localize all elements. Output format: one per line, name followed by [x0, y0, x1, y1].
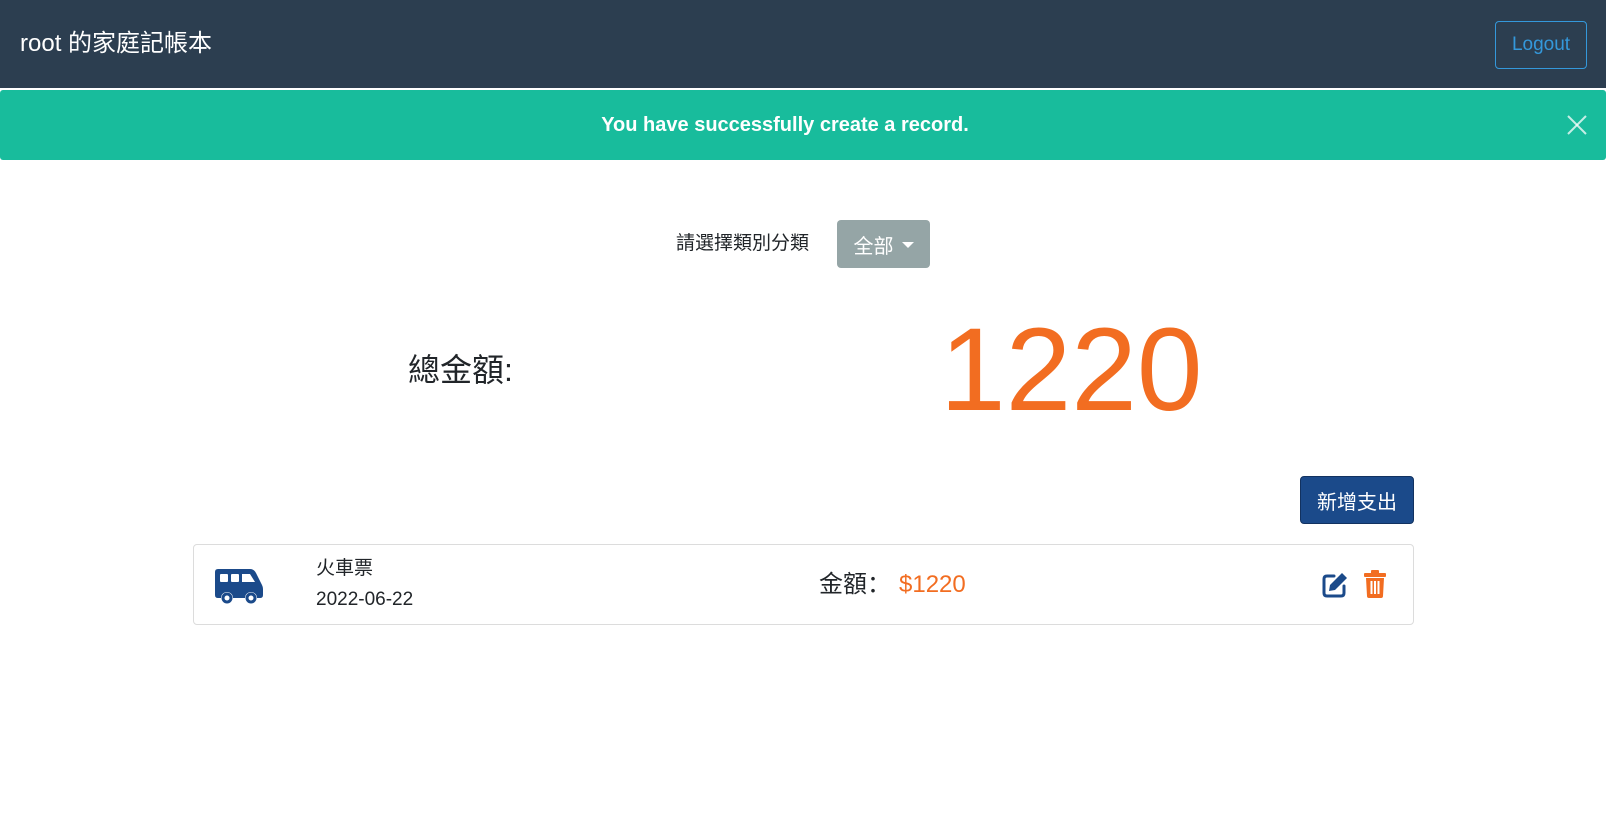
record-date: 2022-06-22 — [316, 589, 414, 610]
add-expense-button[interactable]: 新增支出 — [1300, 476, 1414, 524]
record-amount-value: $1220 — [899, 571, 966, 598]
total-amount-value: 1220 — [940, 304, 1203, 436]
category-filter-label: 請選擇類別分類 — [676, 233, 810, 254]
success-alert: You have successfully create a record. — [0, 90, 1606, 160]
record-name: 火車票 — [316, 558, 374, 579]
navbar: root 的家庭記帳本 Logout — [0, 0, 1606, 88]
edit-icon[interactable] — [1321, 571, 1349, 599]
caret-down-icon — [901, 242, 914, 248]
close-icon[interactable] — [1562, 110, 1592, 140]
trash-icon[interactable] — [1363, 570, 1387, 598]
shuttle-van-icon — [215, 569, 263, 604]
alert-message: You have successfully create a record. — [601, 113, 969, 136]
record-item: 火車票 2022-06-22 金額： $1220 — [193, 544, 1414, 625]
category-dropdown-value: 全部 — [853, 235, 894, 258]
total-amount-label: 總金額: — [408, 352, 513, 388]
record-amount-label: 金額： — [819, 571, 891, 598]
logout-button[interactable]: Logout — [1495, 21, 1587, 69]
category-dropdown[interactable]: 全部 — [837, 220, 930, 268]
brand-title[interactable]: root 的家庭記帳本 — [20, 26, 212, 62]
